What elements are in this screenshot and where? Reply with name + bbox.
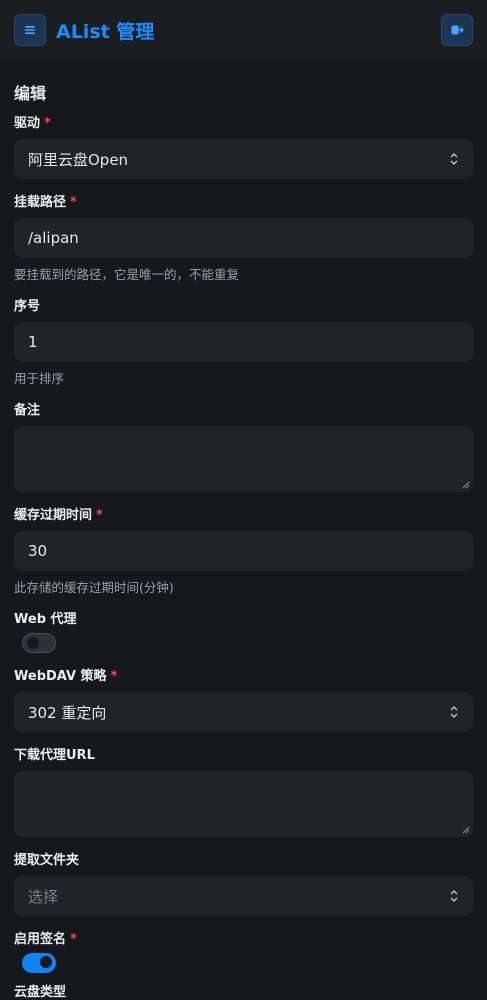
required-mark: * [70, 195, 77, 210]
header-left: AList 管理 [14, 14, 154, 46]
app-title: AList 管理 [56, 20, 155, 43]
web-proxy-toggle[interactable] [22, 633, 56, 653]
mount-path-value: /alipan [28, 229, 79, 247]
driver-value: 阿里云盘Open [28, 150, 129, 169]
order-input[interactable]: 1 [14, 322, 473, 362]
required-mark: * [44, 116, 51, 131]
required-mark: * [70, 932, 77, 947]
mount-path-input[interactable]: /alipan [14, 218, 473, 258]
extract-folder-placeholder: 选择 [28, 887, 59, 906]
download-proxy-url-label: 下载代理URL [14, 748, 95, 763]
select-chevron-icon [450, 890, 458, 902]
drive-type-label: 云盘类型 [14, 985, 67, 1000]
enable-sign-toggle[interactable] [22, 953, 56, 973]
webdav-policy-select[interactable]: 302 重定向 [14, 692, 473, 732]
cache-expiration-label: 缓存过期时间 * [14, 508, 103, 523]
required-mark: * [110, 669, 118, 684]
edit-form: 编辑 驱动 * 阿里云盘Open 挂载路径 * /alipan 要挂载到的路径，它是… [0, 80, 487, 1000]
select-chevron-icon [450, 153, 458, 165]
section-title: 编辑 [14, 84, 47, 103]
app-header: AList 管理 [0, 0, 487, 60]
toggle-knob [40, 956, 52, 968]
cache-expiration-help: 此存储的缓存过期时间(分钟) [14, 580, 174, 595]
logout-button[interactable] [441, 14, 473, 46]
mount-path-label: 挂载路径 * [14, 195, 77, 210]
webdav-policy-label: WebDAV 策略 * [14, 669, 118, 684]
extract-folder-label: 提取文件夹 [14, 853, 80, 868]
driver-label: 驱动 * [14, 116, 51, 131]
hamburger-icon [25, 26, 35, 34]
driver-select[interactable]: 阿里云盘Open [14, 139, 473, 179]
remark-label: 备注 [14, 403, 41, 418]
resize-grip-icon[interactable] [462, 826, 470, 834]
logout-icon [451, 25, 464, 35]
web-proxy-label: Web 代理 [14, 612, 77, 627]
order-value: 1 [28, 333, 38, 351]
resize-grip-icon[interactable] [462, 481, 470, 489]
webdav-policy-value: 302 重定向 [28, 703, 107, 722]
remark-textarea[interactable] [14, 426, 473, 492]
mount-path-help: 要挂载到的路径，它是唯一的，不能重复 [14, 267, 240, 282]
toggle-knob [27, 637, 39, 649]
cache-expiration-value: 30 [28, 542, 48, 560]
order-label: 序号 [14, 299, 41, 314]
order-help: 用于排序 [14, 371, 65, 386]
select-chevron-icon [450, 706, 458, 718]
cache-expiration-input[interactable]: 30 [14, 531, 473, 571]
menu-button[interactable] [14, 14, 46, 46]
extract-folder-select[interactable]: 选择 [14, 876, 473, 916]
download-proxy-url-textarea[interactable] [14, 771, 473, 837]
required-mark: * [96, 508, 103, 523]
